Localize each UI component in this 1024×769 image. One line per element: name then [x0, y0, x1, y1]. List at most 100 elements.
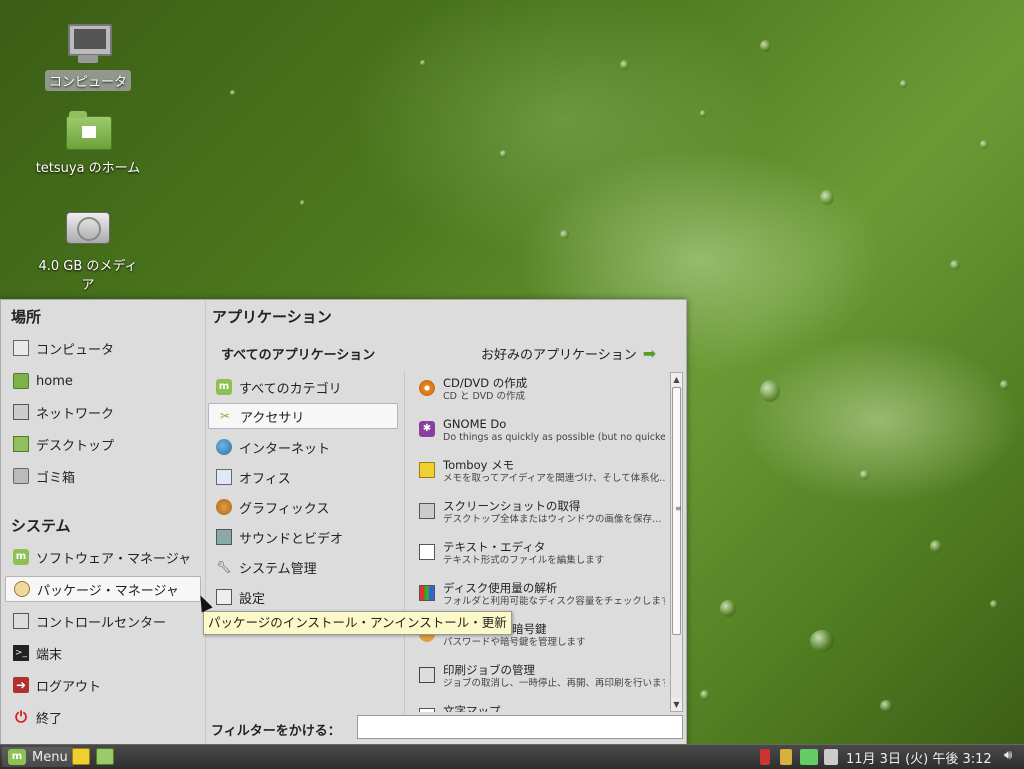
- system-label: 端末: [36, 647, 63, 663]
- category-label: システム管理: [239, 561, 317, 577]
- desktop-icon-label: コンピュータ: [44, 70, 131, 91]
- settings-icon: [216, 589, 232, 605]
- category-internet[interactable]: インターネット: [208, 434, 398, 460]
- character-map-icon: [419, 708, 435, 712]
- system-title: システム: [11, 517, 71, 535]
- desktop-icon-home[interactable]: tetsuya のホーム: [28, 108, 148, 177]
- printer-icon: [419, 667, 435, 683]
- favorites-label: お好みのアプリケーション: [481, 348, 637, 363]
- place-network[interactable]: ネットワーク: [5, 399, 201, 425]
- logout-icon: ➜: [13, 677, 29, 693]
- disc-burner-icon: [419, 380, 435, 396]
- tooltip: パッケージのインストール・アンインストール・更新: [203, 611, 512, 635]
- system-label: コントロールセンター: [36, 615, 167, 631]
- category-label: アクセサリ: [240, 410, 305, 426]
- text-editor-icon: [419, 544, 435, 560]
- app-name: GNOME Do: [443, 417, 507, 431]
- volume-icon[interactable]: 🔊︎: [1004, 748, 1012, 763]
- app-screenshot[interactable]: スクリーンショットの取得 デスクトップ全体またはウィンドウの画像を保存…: [419, 499, 669, 537]
- category-all[interactable]: m すべてのカテゴリ: [208, 374, 398, 400]
- app-description: テキスト形式のファイルを編集します: [443, 555, 605, 566]
- menu-button-label: Menu: [32, 749, 68, 765]
- graphics-palette-icon: [216, 499, 232, 515]
- place-trash[interactable]: ゴミ箱: [5, 463, 201, 489]
- category-graphics[interactable]: グラフィックス: [208, 494, 398, 520]
- system-software-manager[interactable]: m ソフトウェア・マネージャ: [5, 544, 201, 570]
- show-desktop-icon[interactable]: [96, 748, 114, 765]
- app-description: CD と DVD の作成: [443, 391, 525, 402]
- app-description: ジョブの取消し、一時停止、再開、再印刷を行います: [443, 678, 665, 689]
- start-menu: 場所 コンピュータ home ネットワーク デスクトップ ゴミ箱 システム m …: [0, 299, 687, 746]
- battery-icon[interactable]: [824, 749, 838, 765]
- applications-title: アプリケーション: [212, 308, 332, 326]
- system-control-center[interactable]: コントロールセンター: [5, 608, 201, 634]
- app-name: Tomboy メモ: [443, 458, 515, 472]
- app-description: メモを取ってアイディアを関連づけ、そして体系化…: [443, 473, 665, 484]
- home-folder-icon: [64, 108, 112, 152]
- menu-left-column: 場所 コンピュータ home ネットワーク デスクトップ ゴミ箱 システム m …: [1, 300, 206, 745]
- app-name: スクリーンショットの取得: [443, 499, 581, 513]
- clock[interactable]: 11月 3日 (火) 午後 3:12: [846, 748, 992, 767]
- category-label: インターネット: [239, 441, 331, 457]
- computer-icon: [13, 340, 29, 356]
- place-computer[interactable]: コンピュータ: [5, 335, 201, 361]
- lock-icon[interactable]: [780, 749, 792, 765]
- app-name: 印刷ジョブの管理: [443, 663, 535, 677]
- app-name: ディスク使用量の解析: [443, 581, 558, 595]
- system-terminal[interactable]: >_ 端末: [5, 640, 201, 666]
- app-name: テキスト・エディタ: [443, 540, 546, 554]
- system-label: 終了: [36, 711, 63, 727]
- app-description: Do things as quickly as possible (but no…: [443, 432, 665, 443]
- place-label: デスクトップ: [36, 438, 115, 454]
- drive-icon: [64, 206, 112, 250]
- app-tomboy[interactable]: Tomboy メモ メモを取ってアイディアを関連づけ、そして体系化…: [419, 458, 669, 496]
- place-home[interactable]: home: [5, 368, 201, 394]
- package-manager-icon: [14, 581, 30, 597]
- app-name: 文字マップ: [443, 704, 501, 712]
- app-character-map[interactable]: 文字マップ: [419, 704, 669, 712]
- scrollbar-thumb[interactable]: ≡: [672, 387, 682, 635]
- favorites-button[interactable]: お好みのアプリケーション ➡: [481, 344, 656, 363]
- gnome-do-icon: ✱: [419, 421, 435, 437]
- category-accessories[interactable]: ✂ アクセサリ: [208, 403, 398, 429]
- system-shutdown[interactable]: ⏻ 終了: [5, 704, 201, 730]
- category-sound-video[interactable]: サウンドとビデオ: [208, 524, 398, 550]
- control-center-icon: [13, 613, 29, 629]
- app-gnome-do[interactable]: ✱ GNOME Do Do things as quickly as possi…: [419, 417, 669, 455]
- filter-input[interactable]: [357, 715, 683, 739]
- category-list: m すべてのカテゴリ ✂ アクセサリ インターネット オフィス グラフィックス …: [206, 372, 405, 717]
- filter-label: フィルターをかける：: [211, 724, 341, 739]
- app-cd-dvd-creator[interactable]: CD/DVD の作成 CD と DVD の作成: [419, 376, 669, 414]
- desktop-icon-computer[interactable]: コンピュータ: [28, 22, 148, 91]
- globe-icon: [216, 439, 232, 455]
- software-manager-icon: m: [13, 549, 29, 565]
- arrow-right-icon: ➡: [642, 344, 657, 363]
- menu-button[interactable]: m Menu: [2, 747, 74, 767]
- scroll-down-icon[interactable]: ▼: [671, 698, 682, 711]
- text-editor-launcher-icon[interactable]: [72, 748, 90, 765]
- app-list-scrollbar[interactable]: ▲ ≡ ▼: [670, 372, 683, 712]
- power-icon: ⏻: [15, 708, 27, 726]
- category-system-admin[interactable]: 🔧︎ システム管理: [208, 554, 398, 580]
- application-list: CD/DVD の作成 CD と DVD の作成 ✱ GNOME Do Do th…: [411, 372, 673, 712]
- category-label: すべてのカテゴリ: [239, 381, 342, 397]
- system-package-manager[interactable]: パッケージ・マネージャ: [5, 576, 201, 602]
- system-label: ログアウト: [36, 679, 102, 695]
- mintupdate-icon[interactable]: [760, 749, 770, 765]
- category-label: サウンドとビデオ: [239, 531, 344, 547]
- desktop-icon-label: tetsuya のホーム: [35, 161, 141, 176]
- category-label: グラフィックス: [239, 501, 330, 517]
- network-status-icon[interactable]: [800, 749, 818, 765]
- category-office[interactable]: オフィス: [208, 464, 398, 490]
- place-desktop[interactable]: デスクトップ: [5, 431, 201, 457]
- system-logout[interactable]: ➜ ログアウト: [5, 672, 201, 698]
- all-applications-heading: すべてのアプリケーション: [221, 348, 376, 363]
- category-settings[interactable]: 設定: [208, 584, 398, 610]
- network-icon: [13, 404, 29, 420]
- desktop-icon-media[interactable]: 4.0 GB のメディア: [28, 206, 148, 294]
- terminal-icon: >_: [13, 645, 29, 661]
- place-label: コンピュータ: [36, 342, 115, 358]
- scroll-up-icon[interactable]: ▲: [671, 373, 682, 386]
- app-text-editor[interactable]: テキスト・エディタ テキスト形式のファイルを編集します: [419, 540, 669, 578]
- app-print-jobs[interactable]: 印刷ジョブの管理 ジョブの取消し、一時停止、再開、再印刷を行います: [419, 663, 669, 701]
